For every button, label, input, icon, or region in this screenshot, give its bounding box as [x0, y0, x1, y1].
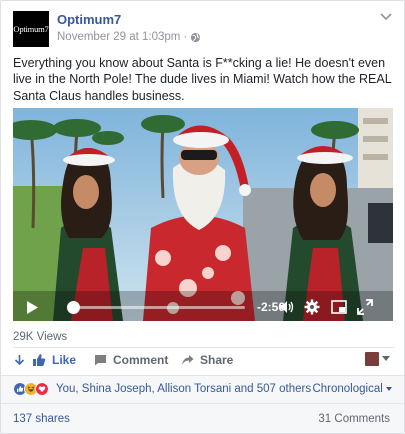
counts-row: 137 shares 31 Comments	[1, 403, 404, 433]
view-count: 29K Views	[13, 331, 68, 343]
share-label: Share	[200, 353, 234, 367]
reactions-row: You, Shina Joseph, Allison Torsani and 5…	[1, 375, 404, 403]
actor-selector[interactable]	[365, 352, 390, 366]
like-button[interactable]: Like	[13, 353, 76, 367]
fullscreen-icon[interactable]	[357, 299, 373, 315]
like-label: Like	[52, 353, 77, 367]
caret-down-icon	[382, 356, 390, 361]
comments-count[interactable]: 31 Comments	[318, 413, 390, 425]
progress-handle[interactable]	[67, 301, 80, 314]
post-meta: November 29 at 1:03pm ·	[57, 31, 201, 43]
avatar-text: Optimum7	[13, 24, 49, 34]
caret-down-icon	[386, 387, 392, 391]
thumbs-up-icon	[33, 354, 46, 366]
arrow-down-icon	[14, 354, 25, 365]
shares-link[interactable]: 137 shares	[13, 413, 70, 425]
progress-bar[interactable]	[71, 306, 245, 309]
reactors-link[interactable]: You, Shina Joseph, Allison Torsani and 5…	[56, 383, 311, 395]
share-button[interactable]: Share	[181, 353, 233, 367]
gear-icon[interactable]	[304, 299, 320, 315]
play-icon[interactable]	[27, 301, 38, 314]
globe-icon	[191, 32, 201, 42]
post-date-link[interactable]: November 29 at 1:03pm	[57, 31, 180, 43]
share-arrow-icon	[182, 355, 194, 365]
video-player[interactable]: -2:50	[13, 108, 393, 321]
post-card: Optimum7 Optimum7 November 29 at 1:03pm …	[0, 0, 405, 434]
volume-icon[interactable]	[279, 299, 295, 315]
viewer-avatar	[365, 352, 379, 366]
post-text: Everything you know about Santa is F**ck…	[13, 56, 392, 103]
reaction-icons[interactable]	[13, 382, 49, 396]
pip-icon[interactable]	[331, 299, 347, 315]
sort-label: Chronological	[312, 383, 383, 395]
post-header: Optimum7 Optimum7 November 29 at 1:03pm …	[13, 11, 394, 47]
comment-sort-dropdown[interactable]: Chronological	[312, 383, 392, 395]
video-frame	[13, 108, 393, 321]
chevron-down-icon[interactable]	[380, 13, 392, 21]
page-avatar[interactable]: Optimum7	[13, 11, 49, 47]
comment-icon	[95, 355, 106, 366]
comment-label: Comment	[113, 353, 169, 367]
action-bar: Like Comment Share	[13, 347, 394, 373]
comment-button[interactable]: Comment	[94, 353, 168, 367]
love-reaction-icon	[35, 382, 49, 396]
page-name-link[interactable]: Optimum7	[57, 12, 121, 27]
video-controls: -2:50	[13, 293, 393, 321]
meta-separator: ·	[183, 31, 188, 43]
